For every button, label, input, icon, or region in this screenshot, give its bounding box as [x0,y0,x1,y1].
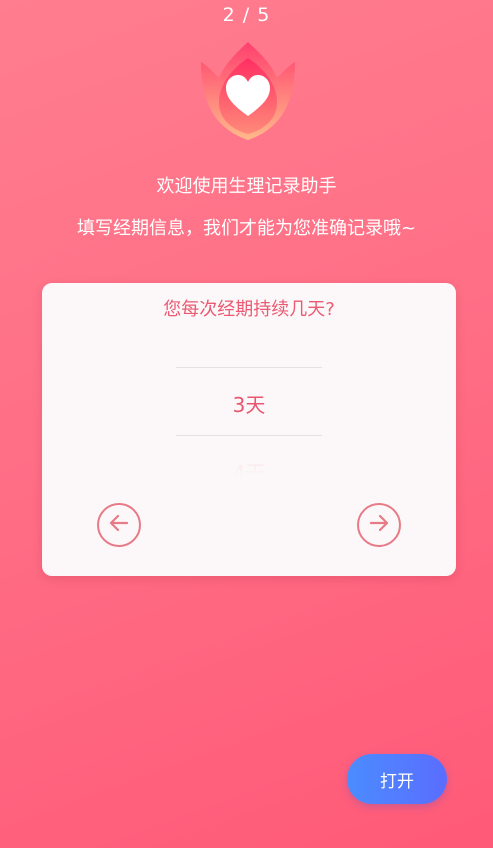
duration-picker[interactable]: 3天 4天 [176,327,322,477]
welcome-title: 欢迎使用生理记录助手 [156,176,337,197]
picker-selected-option[interactable]: 3天 [176,389,322,418]
arrow-left-icon [107,511,131,539]
picker-divider-bottom [176,435,322,436]
arrow-right-icon [367,511,391,539]
welcome-subtitle: 填写经期信息，我们才能为您准确记录哦~ [76,218,417,239]
next-button[interactable] [357,503,401,547]
picker-divider-top [176,367,322,368]
question-card: 您每次经期持续几天? 3天 4天 [42,283,456,576]
heart-lotus-icon [201,40,295,142]
previous-button[interactable] [97,503,141,547]
picker-next-option[interactable]: 4天 [176,457,322,477]
question-text: 您每次经期持续几天? [163,299,335,320]
page-indicator: 2 / 5 [222,4,271,26]
picker-fade-top [176,327,322,365]
open-button[interactable]: 打开 [347,754,447,804]
